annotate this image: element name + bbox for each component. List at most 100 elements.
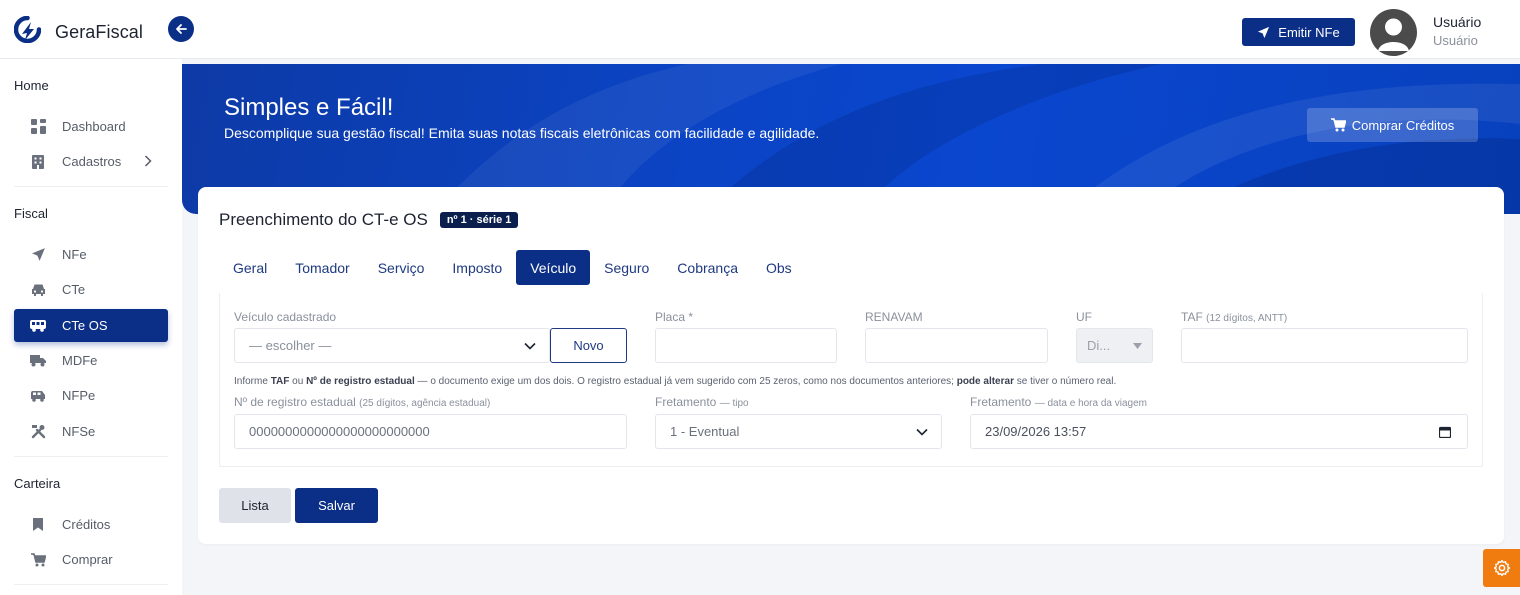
brand-name: GeraFiscal <box>55 21 144 42</box>
tab-cobranca[interactable]: Cobrança <box>663 250 752 285</box>
sidebar-item-label: NFe <box>62 247 87 262</box>
fretamento-datetime-value: 23/09/2026 13:57 <box>985 424 1087 439</box>
placa-label: Placa * <box>655 310 694 324</box>
user-role: Usuário <box>1433 33 1478 48</box>
sidebar-section-home: Home <box>14 78 49 93</box>
building-icon <box>30 154 46 170</box>
document-hint: Informe TAF ou Nº de registro estadual —… <box>234 376 1117 387</box>
tab-geral[interactable]: Geral <box>219 250 281 285</box>
sidebar-item-comprar[interactable]: Comprar <box>14 543 168 576</box>
avatar[interactable] <box>1370 9 1417 56</box>
calendar-icon[interactable] <box>1439 426 1451 438</box>
sidebar: Home Dashboard Cadastros Fiscal NFe CTe … <box>0 59 182 595</box>
sidebar-item-label: Comprar <box>62 552 113 567</box>
veiculo-select-value: — escolher — <box>249 338 332 353</box>
cart-icon <box>30 552 46 568</box>
logo-icon <box>13 15 42 48</box>
sidebar-item-label: CTe OS <box>62 318 108 333</box>
fretamento-tipo-label: Fretamento — tipo <box>655 395 749 409</box>
tab-obs[interactable]: Obs <box>752 250 806 285</box>
send-icon <box>1258 26 1270 38</box>
sidebar-divider <box>14 584 168 585</box>
veiculo-panel: Veículo cadastrado Placa * RENAVAM UF TA… <box>219 293 1483 467</box>
fretamento-tipo-select[interactable]: 1 - Eventual <box>655 414 942 449</box>
tab-seguro[interactable]: Seguro <box>590 250 663 285</box>
hero-subtitle: Descomplique sua gestão fiscal! Emita su… <box>224 125 820 141</box>
sidebar-item-label: Dashboard <box>62 119 126 134</box>
renavam-label: RENAVAM <box>865 310 923 324</box>
chevron-down-icon <box>916 428 928 436</box>
user-name: Usuário <box>1433 14 1482 30</box>
fretamento-tipo-value: 1 - Eventual <box>670 424 740 439</box>
sidebar-item-label: Cadastros <box>62 154 122 169</box>
user-icon <box>1378 18 1409 51</box>
novo-veiculo-button[interactable]: Novo <box>550 328 627 363</box>
registro-label: Nº de registro estadual (25 dígitos, agê… <box>234 395 491 409</box>
bookmark-icon <box>30 517 46 533</box>
chevron-right-icon <box>144 155 152 167</box>
uf-label: UF <box>1076 310 1092 324</box>
bus-icon <box>30 318 46 334</box>
sidebar-section-fiscal: Fiscal <box>14 206 48 221</box>
brand[interactable]: GeraFiscal <box>13 15 144 48</box>
taf-input[interactable] <box>1181 328 1468 363</box>
top-bar: GeraFiscal Emitir NFe Usuário Usuário <box>0 0 1520 59</box>
sidebar-item-dashboard[interactable]: Dashboard <box>14 110 168 143</box>
sidebar-item-label: MDFe <box>62 353 98 368</box>
lista-button[interactable]: Lista <box>219 488 291 523</box>
collapse-sidebar-button[interactable] <box>168 16 194 42</box>
sidebar-divider <box>14 186 168 187</box>
tab-veiculo[interactable]: Veículo <box>516 250 591 285</box>
uf-select-value: Di... <box>1087 338 1111 353</box>
sidebar-item-cte-os[interactable]: CTe OS <box>14 309 168 342</box>
taf-label: TAF (12 dígitos, ANTT) <box>1181 310 1288 324</box>
registro-estadual-input[interactable]: 0000000000000000000000000 <box>234 414 627 449</box>
fretamento-data-label: Fretamento — data e hora da viagem <box>970 395 1147 409</box>
renavam-input[interactable] <box>865 328 1048 363</box>
sidebar-item-nfpe[interactable]: NFPe <box>14 379 168 412</box>
truck-icon <box>30 353 46 369</box>
sidebar-divider <box>14 456 168 457</box>
salvar-button[interactable]: Salvar <box>295 488 378 523</box>
van-icon <box>30 388 46 404</box>
dashboard-icon <box>30 119 46 135</box>
sidebar-item-label: NFPe <box>62 388 96 403</box>
tab-servico[interactable]: Serviço <box>364 250 439 285</box>
placa-input[interactable] <box>655 328 837 363</box>
veiculo-select[interactable]: — escolher — <box>234 328 550 363</box>
sidebar-item-mdfe[interactable]: MDFe <box>14 344 168 377</box>
chevron-down-icon <box>524 342 536 350</box>
form-tabs: Geral Tomador Serviço Imposto Veículo Se… <box>219 250 806 285</box>
tab-tomador[interactable]: Tomador <box>281 250 363 285</box>
buy-credits-button[interactable]: Comprar Créditos <box>1307 108 1478 142</box>
buy-credits-label: Comprar Créditos <box>1351 117 1455 133</box>
cart-icon <box>1330 118 1346 132</box>
document-number-badge: nº 1 · série 1 <box>439 212 519 228</box>
emit-nfe-label: Emitir NFe <box>1278 24 1340 40</box>
hero-title: Simples e Fácil! <box>224 94 394 121</box>
emit-nfe-button[interactable]: Emitir NFe <box>1242 18 1355 46</box>
registro-estadual-value: 0000000000000000000000000 <box>249 424 430 439</box>
page-title: Preenchimento do CT-e OS nº 1 · série 1 <box>219 210 519 230</box>
sidebar-item-cte[interactable]: CTe <box>14 273 168 306</box>
sidebar-item-label: CTe <box>62 282 86 297</box>
form-title: Preenchimento do CT-e OS <box>219 210 428 229</box>
sidebar-item-cadastros[interactable]: Cadastros <box>14 145 168 178</box>
sidebar-item-creditos[interactable]: Créditos <box>14 508 168 541</box>
settings-button[interactable] <box>1483 549 1520 587</box>
sidebar-item-nfse[interactable]: NFSe <box>14 415 168 448</box>
send-icon <box>30 247 46 263</box>
veiculo-label: Veículo cadastrado <box>234 310 337 324</box>
sidebar-item-label: Créditos <box>62 517 111 532</box>
uf-select[interactable]: Di... <box>1076 328 1153 363</box>
caret-down-icon <box>1133 343 1142 349</box>
sidebar-item-nfe[interactable]: NFe <box>14 238 168 271</box>
tools-icon <box>30 424 46 440</box>
form-card: Preenchimento do CT-e OS nº 1 · série 1 … <box>198 187 1504 544</box>
fretamento-datetime-input[interactable]: 23/09/2026 13:57 <box>970 414 1468 449</box>
gear-icon <box>1493 559 1510 577</box>
sidebar-item-label: NFSe <box>62 424 96 439</box>
tab-imposto[interactable]: Imposto <box>438 250 516 285</box>
car-icon <box>30 282 46 298</box>
arrow-left-icon <box>176 24 187 34</box>
